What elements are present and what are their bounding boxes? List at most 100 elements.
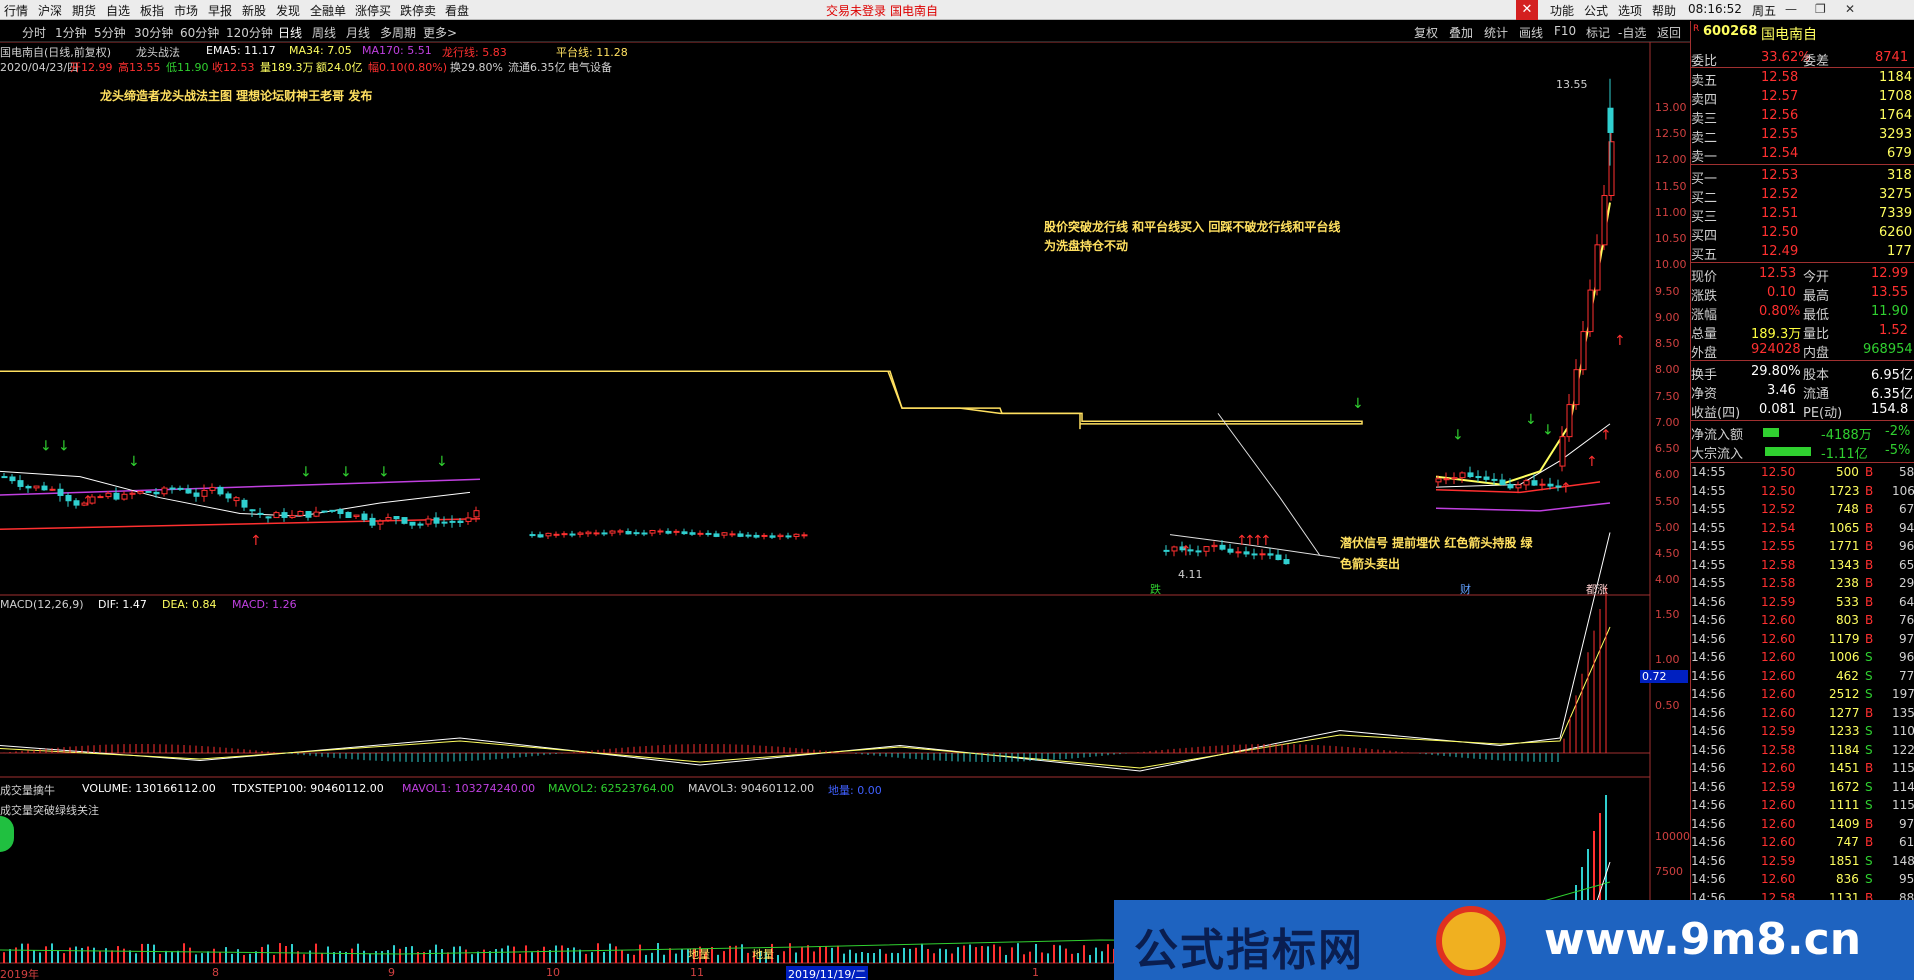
menu-gongshi[interactable]: 公式 xyxy=(1584,2,1608,19)
candle-body xyxy=(73,500,80,506)
stat-label: PE(动) xyxy=(1803,406,1843,421)
period-more[interactable]: 更多> xyxy=(423,24,457,41)
tick-time: 14:56 xyxy=(1691,668,1726,683)
bar-close: 收12.53 xyxy=(212,61,255,74)
menu-gongneng[interactable]: 功能 xyxy=(1550,2,1574,19)
menu-kanpan[interactable]: 看盘 xyxy=(445,2,469,19)
tick-price: 12.58 xyxy=(1761,557,1796,572)
tick-row: 14:56 12.60 747 B 61 xyxy=(1691,834,1914,852)
stat-row: 换手 29.80% 股本 6.95亿 xyxy=(1691,363,1914,383)
menu-hangqing[interactable]: 行情 xyxy=(4,2,28,19)
macd-cursor-value: 0.72 xyxy=(1640,670,1688,683)
menu-quanrongdan[interactable]: 全融单 xyxy=(310,2,346,19)
macd-label: MACD(12,26,9) xyxy=(0,598,84,611)
tick-time: 14:56 xyxy=(1691,613,1726,627)
candle-body xyxy=(425,518,432,525)
candle-body xyxy=(1435,478,1442,483)
ma34-line xyxy=(0,470,471,517)
volume-value: VOLUME: 130166112.00 xyxy=(82,782,216,795)
period-1min[interactable]: 1分钟 xyxy=(55,24,87,41)
candle-body xyxy=(177,487,184,490)
sell-arrow-icon: ↓ xyxy=(1352,396,1364,412)
stat-value: 1.52 xyxy=(1879,323,1908,338)
tick-list[interactable]: 14:55 12.50 500 B 58 14:55 12.50 1723 B 106 14:55 1… xyxy=(1691,464,1914,964)
watermark-logo-icon xyxy=(1436,906,1506,976)
tick-volume: 1771 xyxy=(1829,539,1860,553)
ask-price: 12.56 xyxy=(1761,108,1799,123)
kline-chart[interactable]: ↓ ↓↓↓ ↓ ↓↓↓↓↓↓↑↑↑↑↑↑↑↑↑↑↑ xyxy=(0,42,1690,980)
btn-fanhui[interactable]: 返回 xyxy=(1657,24,1681,41)
menu-zixuan[interactable]: 自选 xyxy=(106,2,130,19)
period-120min[interactable]: 120分钟 xyxy=(226,24,273,41)
menu-zhangtingmai[interactable]: 涨停买 xyxy=(355,2,391,19)
btn-diejia[interactable]: 叠加 xyxy=(1449,24,1473,41)
period-weekly[interactable]: 周线 xyxy=(312,24,336,41)
sell-arrow-icon: ↓ xyxy=(436,454,448,470)
candle-body xyxy=(601,532,608,535)
close-icon[interactable]: ✕ xyxy=(1516,0,1538,20)
bar-sector: 电气设备 xyxy=(568,61,612,74)
diliang-label-1: 地量 xyxy=(688,948,710,961)
menu-hushen[interactable]: 沪深 xyxy=(38,2,62,19)
candle-body xyxy=(673,530,680,533)
stat-label: 外盘 xyxy=(1691,346,1718,361)
buy-arrow-icon: ↑ xyxy=(1586,454,1598,470)
candle-body xyxy=(625,530,632,535)
menu-faxian[interactable]: 发现 xyxy=(276,2,300,19)
period-5min[interactable]: 5分钟 xyxy=(94,24,126,41)
btn-zixuan[interactable]: -自选 xyxy=(1618,24,1646,41)
period-monthly[interactable]: 月线 xyxy=(346,24,370,41)
tick-direction: S xyxy=(1865,687,1873,701)
menu-xingu[interactable]: 新股 xyxy=(242,2,266,19)
menu-bangzhu[interactable]: 帮助 xyxy=(1652,2,1676,19)
candle-body xyxy=(1587,289,1594,333)
flow-pct: -5% xyxy=(1885,443,1911,458)
tick-volume: 1851 xyxy=(1829,853,1860,868)
menu-xuanxiang[interactable]: 选项 xyxy=(1618,2,1642,19)
minimize-icon[interactable]: — xyxy=(1785,2,1797,16)
ask-volume: 1184 xyxy=(1879,70,1913,85)
period-daily[interactable]: 日线 xyxy=(278,24,302,41)
period-fenshi[interactable]: 分时 xyxy=(22,24,46,41)
period-60min[interactable]: 60分钟 xyxy=(180,24,219,41)
menu-banzhi[interactable]: 板指 xyxy=(140,2,164,19)
stat-value: 6.95亿 xyxy=(1871,368,1913,383)
candle-body xyxy=(697,532,704,535)
btn-fuquan[interactable]: 复权 xyxy=(1414,24,1438,41)
candle-body xyxy=(57,488,64,496)
login-status[interactable]: 交易未登录 xyxy=(826,2,886,19)
window-close-icon[interactable]: ✕ xyxy=(1845,2,1855,16)
btn-biaoji[interactable]: 标记 xyxy=(1586,24,1610,41)
sell-arrow-icon: ↓ xyxy=(300,465,312,481)
menu-zaobao[interactable]: 早报 xyxy=(208,2,232,19)
candle-body xyxy=(1483,476,1490,480)
tick-direction: B xyxy=(1865,502,1874,516)
candle-body xyxy=(281,512,288,518)
tick-time: 14:56 xyxy=(1691,816,1726,831)
bid-row: 买五 12.49 177 xyxy=(1691,243,1914,263)
tick-time: 14:56 xyxy=(1691,761,1726,775)
period-30min[interactable]: 30分钟 xyxy=(134,24,173,41)
menu-dietingmai[interactable]: 跌停卖 xyxy=(400,2,436,19)
btn-tongji[interactable]: 统计 xyxy=(1484,24,1508,41)
candle-body xyxy=(385,517,392,521)
menu-qihuo[interactable]: 期货 xyxy=(72,2,96,19)
mavol2-value: MAVOL2: 62523764.00 xyxy=(548,782,675,795)
btn-huaxian[interactable]: 画线 xyxy=(1519,24,1543,41)
price-tick: 5.00 xyxy=(1655,521,1680,534)
maximize-icon[interactable]: ❐ xyxy=(1815,2,1826,16)
price-tick: 11.50 xyxy=(1655,180,1687,193)
price-tick: 4.50 xyxy=(1655,547,1680,560)
btn-f10[interactable]: F10 xyxy=(1554,24,1576,38)
tick-time: 14:55 xyxy=(1691,576,1726,590)
candle-body xyxy=(1566,404,1573,438)
tick-row: 14:56 12.59 1672 S 114 xyxy=(1691,779,1914,797)
top-menu-bar: 行情 沪深 期货 自选 板指 市场 早报 新股 发现 全融单 涨停买 跌停卖 看… xyxy=(0,0,1914,20)
bid-label: 买一 xyxy=(1691,172,1718,187)
candle-body xyxy=(97,496,104,499)
stat-label: 现价 xyxy=(1691,270,1718,285)
tick-time: 14:56 xyxy=(1691,594,1726,609)
volume-note: 成交量突破绿线关注 xyxy=(0,804,99,817)
menu-shichang[interactable]: 市场 xyxy=(174,2,198,19)
period-multi[interactable]: 多周期 xyxy=(380,24,416,41)
